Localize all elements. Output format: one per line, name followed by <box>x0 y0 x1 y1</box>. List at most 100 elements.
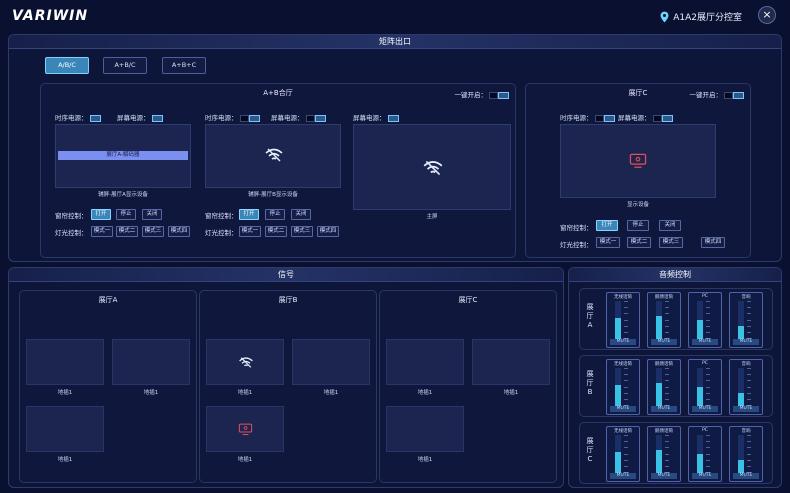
audio-channel-strip[interactable]: 音响 MUTE <box>729 359 763 415</box>
ab-power2-main[interactable]: 屏幕电源： <box>353 112 399 122</box>
audio-channel-strip[interactable]: 鹅颈话筒 MUTE <box>647 359 681 415</box>
audio-level-track[interactable] <box>738 368 744 406</box>
curtain-close-b[interactable]: 关闭 <box>291 209 311 220</box>
light-mode2-b[interactable]: 模式二 <box>265 226 287 237</box>
c-one-key-toggle[interactable]: 一键开启： <box>690 89 744 99</box>
power2-switch[interactable] <box>151 114 163 122</box>
power1-switch-off[interactable] <box>239 114 249 122</box>
mute-button[interactable]: MUTE <box>610 406 636 412</box>
audio-channel-strip[interactable]: 音响 MUTE <box>729 426 763 482</box>
audio-level-track[interactable] <box>697 368 703 406</box>
decoder-bar[interactable]: 展厅A-解码器 <box>58 151 188 160</box>
screen-main[interactable] <box>353 124 511 210</box>
audio-level-track[interactable] <box>656 368 662 406</box>
curtain-open-a[interactable]: 打开 <box>91 209 111 220</box>
curtain-stop-b[interactable]: 停止 <box>265 209 285 220</box>
light-mode4-a[interactable]: 模式四 <box>168 226 190 237</box>
light-label-c: 灯光控制： <box>560 241 593 249</box>
mute-button[interactable]: MUTE <box>651 406 677 412</box>
floor-input-thumb[interactable] <box>26 339 104 385</box>
close-button[interactable]: × <box>758 6 776 24</box>
light-mode1-c[interactable]: 模式一 <box>596 237 620 248</box>
one-key-on[interactable] <box>498 91 509 99</box>
curtain-stop-a[interactable]: 停止 <box>116 209 136 220</box>
audio-level-track[interactable] <box>738 435 744 473</box>
light-mode3-a[interactable]: 模式三 <box>142 226 164 237</box>
power1-switch-off[interactable] <box>594 114 604 122</box>
light-mode2-c[interactable]: 模式二 <box>627 237 651 248</box>
audio-channel-strip[interactable]: PC MUTE <box>688 292 722 348</box>
power2-switch-off[interactable] <box>305 114 315 122</box>
light-mode1-a[interactable]: 模式一 <box>91 226 113 237</box>
floor-input-thumb[interactable] <box>112 339 190 385</box>
floor-input-thumb[interactable] <box>206 406 284 452</box>
power1-switch[interactable] <box>89 114 101 122</box>
power1-switch[interactable] <box>603 114 615 122</box>
mute-button[interactable]: MUTE <box>692 406 718 412</box>
ab-power2-a[interactable]: 屏幕电源： <box>117 112 163 122</box>
ab-one-key-toggle[interactable]: 一键开启： <box>455 89 509 99</box>
audio-level-track[interactable] <box>697 435 703 473</box>
light-mode3-c[interactable]: 模式三 <box>659 237 683 248</box>
c-power1[interactable]: 时序电源： <box>560 112 615 122</box>
audio-channel-strip[interactable]: 鹅颈话筒 MUTE <box>647 426 681 482</box>
one-key-on[interactable] <box>733 91 744 99</box>
mute-button[interactable]: MUTE <box>733 339 759 345</box>
floor-input-thumb[interactable] <box>386 339 464 385</box>
audio-channel-strip[interactable]: PC MUTE <box>688 359 722 415</box>
one-key-off[interactable] <box>489 91 498 99</box>
mute-button[interactable]: MUTE <box>610 339 636 345</box>
floor-input-thumb[interactable] <box>472 339 550 385</box>
floor-input-thumb[interactable] <box>26 406 104 452</box>
curtain-open-c[interactable]: 打开 <box>596 220 618 231</box>
curtain-open-b[interactable]: 打开 <box>239 209 259 220</box>
light-mode1-b[interactable]: 模式一 <box>239 226 261 237</box>
light-mode3-b[interactable]: 模式三 <box>291 226 313 237</box>
power2-switch[interactable] <box>661 114 673 122</box>
audio-channel-strip[interactable]: PC MUTE <box>688 426 722 482</box>
floor-input-thumb[interactable] <box>292 339 370 385</box>
power2-switch[interactable] <box>314 114 326 122</box>
screen-hall-a[interactable]: 展厅A-解码器 <box>55 124 191 188</box>
audio-level-track[interactable] <box>656 301 662 339</box>
audio-level-track[interactable] <box>615 368 621 406</box>
one-key-off[interactable] <box>724 91 733 99</box>
curtain-stop-c[interactable]: 停止 <box>627 220 649 231</box>
floor-input-thumb[interactable] <box>386 406 464 452</box>
audio-channel-strip[interactable]: 无线话筒 MUTE <box>606 426 640 482</box>
ab-power2-b[interactable]: 屏幕电源： <box>271 112 326 122</box>
light-mode4-c[interactable]: 模式四 <box>701 237 725 248</box>
mute-button[interactable]: MUTE <box>692 339 718 345</box>
mute-button[interactable]: MUTE <box>692 473 718 479</box>
c-power2[interactable]: 屏幕电源： <box>618 112 673 122</box>
mode-tab-abc[interactable]: A/B/C <box>45 57 89 74</box>
audio-level-track[interactable] <box>615 301 621 339</box>
floor-input-thumb[interactable] <box>206 339 284 385</box>
light-mode2-a[interactable]: 模式二 <box>116 226 138 237</box>
mute-button[interactable]: MUTE <box>733 473 759 479</box>
audio-level-track[interactable] <box>615 435 621 473</box>
curtain-close-c[interactable]: 关闭 <box>659 220 681 231</box>
audio-channel-strip[interactable]: 无线话筒 MUTE <box>606 359 640 415</box>
ab-power1-b[interactable]: 时序电源： <box>205 112 260 122</box>
mute-button[interactable]: MUTE <box>733 406 759 412</box>
power1-switch[interactable] <box>248 114 260 122</box>
audio-channel-strip[interactable]: 鹅颈话筒 MUTE <box>647 292 681 348</box>
ab-power1-a[interactable]: 时序电源： <box>55 112 101 122</box>
mode-tab-abc-combined[interactable]: A+B+C <box>162 57 206 74</box>
mode-tab-ab-c[interactable]: A+B/C <box>103 57 147 74</box>
audio-level-track[interactable] <box>656 435 662 473</box>
audio-level-track[interactable] <box>738 301 744 339</box>
curtain-close-a[interactable]: 关闭 <box>142 209 162 220</box>
screen-hall-c[interactable] <box>560 124 716 198</box>
audio-channel-strip[interactable]: 音响 MUTE <box>729 292 763 348</box>
mute-button[interactable]: MUTE <box>610 473 636 479</box>
mute-button[interactable]: MUTE <box>651 339 677 345</box>
light-mode4-b[interactable]: 模式四 <box>317 226 339 237</box>
screen-hall-b[interactable] <box>205 124 341 188</box>
mute-button[interactable]: MUTE <box>651 473 677 479</box>
power2-switch[interactable] <box>387 114 399 122</box>
audio-channel-strip[interactable]: 无线话筒 MUTE <box>606 292 640 348</box>
power2-switch-off[interactable] <box>652 114 662 122</box>
audio-level-track[interactable] <box>697 301 703 339</box>
